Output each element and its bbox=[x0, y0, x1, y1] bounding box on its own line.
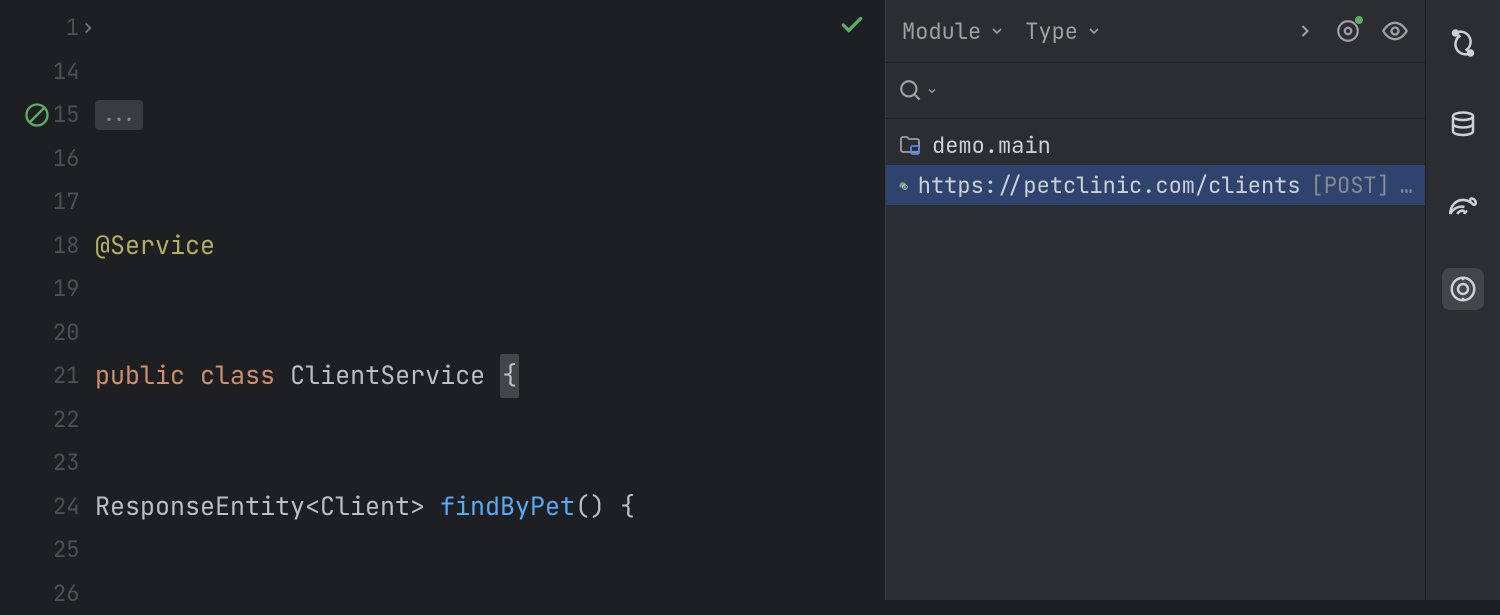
line-number: 26 bbox=[53, 579, 79, 608]
class-name: ClientService bbox=[290, 354, 485, 398]
line-number: 21 bbox=[53, 361, 79, 390]
line-number: 22 bbox=[53, 405, 79, 434]
right-tool-strip bbox=[1425, 0, 1500, 600]
endpoint-method: [POST] bbox=[1311, 171, 1390, 200]
endpoints-panel: Module Type demo.main bbox=[885, 0, 1425, 600]
editor-gutter: 1 14 15 16 17 18 19 20 21 22 23 24 25 26 bbox=[0, 0, 95, 600]
notifications-icon[interactable] bbox=[1442, 22, 1484, 64]
line-number: 18 bbox=[53, 231, 79, 260]
line-number: 24 bbox=[53, 492, 79, 521]
endpoints-search[interactable] bbox=[886, 63, 1425, 119]
keyword-class: class bbox=[200, 354, 275, 398]
annotation: @Service bbox=[95, 224, 215, 268]
search-icon bbox=[898, 78, 924, 104]
module-name: demo.main bbox=[932, 131, 1051, 160]
line-number: 19 bbox=[53, 274, 79, 303]
line-number: 16 bbox=[53, 144, 79, 173]
module-dropdown[interactable]: Module bbox=[902, 17, 1005, 46]
return-type: ResponseEntity<Client> bbox=[95, 485, 440, 529]
line-number: 20 bbox=[53, 318, 79, 347]
spring-web-icon bbox=[898, 172, 908, 198]
method-sig: () { bbox=[575, 485, 635, 529]
line-number: 25 bbox=[53, 535, 79, 564]
eye-icon[interactable] bbox=[1381, 17, 1409, 45]
endpoint-url: https://petclinic.com/clients bbox=[918, 171, 1301, 200]
module-folder-icon bbox=[898, 133, 922, 157]
line-number: 23 bbox=[53, 448, 79, 477]
chevron-down-icon bbox=[1086, 23, 1102, 39]
line-number: 17 bbox=[53, 187, 79, 216]
tree-module-item[interactable]: demo.main bbox=[886, 125, 1425, 165]
line-number: 15 bbox=[53, 100, 79, 129]
fold-marker[interactable]: ... bbox=[95, 100, 143, 130]
type-dropdown[interactable]: Type bbox=[1025, 17, 1102, 46]
database-icon[interactable] bbox=[1442, 104, 1484, 146]
method-name: findByPet bbox=[440, 485, 575, 529]
type-label: Type bbox=[1025, 17, 1078, 46]
line-number: 14 bbox=[53, 57, 79, 86]
endpoints-toolbar: Module Type bbox=[886, 0, 1425, 63]
endpoints-tree: demo.main https://petclinic.com/clients … bbox=[886, 119, 1425, 205]
no-entry-icon[interactable] bbox=[23, 101, 51, 129]
editor-pane: 1 14 15 16 17 18 19 20 21 22 23 24 25 26… bbox=[0, 0, 885, 600]
line-number: 1 bbox=[53, 13, 79, 42]
expand-icon[interactable] bbox=[1295, 21, 1315, 41]
open-brace: { bbox=[500, 354, 519, 398]
chevron-down-icon bbox=[989, 23, 1005, 39]
check-icon[interactable] bbox=[839, 12, 865, 38]
keyword-public: public bbox=[95, 354, 185, 398]
endpoints-tool-icon[interactable] bbox=[1442, 268, 1484, 310]
module-label: Module bbox=[902, 17, 981, 46]
openapi-icon[interactable] bbox=[1335, 18, 1361, 44]
chevron-down-icon bbox=[926, 85, 938, 97]
gradle-icon[interactable] bbox=[1442, 186, 1484, 228]
code-area[interactable]: ... @Service public class ClientService … bbox=[95, 0, 885, 600]
endpoint-ellipsis: … bbox=[1400, 171, 1413, 200]
chevron-right-icon[interactable] bbox=[79, 19, 97, 37]
tree-endpoint-item[interactable]: https://petclinic.com/clients [POST] … bbox=[886, 165, 1425, 205]
